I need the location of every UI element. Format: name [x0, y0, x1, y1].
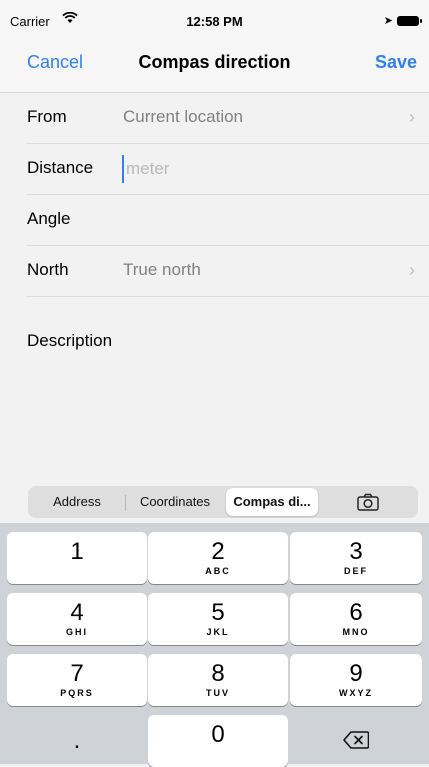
clock: 12:58 PM: [186, 14, 243, 29]
key-letters: MNO: [342, 627, 370, 637]
angle-row[interactable]: Angle: [0, 195, 429, 246]
divider: [27, 296, 429, 297]
key-letters: ABC: [205, 566, 231, 576]
key-letters: WXYZ: [339, 688, 373, 698]
key-letters: DEF: [344, 566, 368, 576]
battery-icon: [397, 16, 422, 26]
key-digit: 4: [70, 599, 84, 626]
distance-row: Distance: [0, 144, 429, 195]
navigation-bar: Cancel Compas direction Save: [0, 40, 429, 93]
segment-coordinates[interactable]: Coordinates: [126, 488, 224, 516]
chevron-right-icon: ›: [409, 260, 415, 280]
location-arrow-icon: ➤: [383, 15, 393, 27]
key-digit: 8: [211, 660, 225, 687]
form: From Current location › Distance Angle N…: [0, 93, 429, 483]
from-label: From: [27, 107, 67, 126]
north-value: True north: [123, 260, 201, 279]
key-digit: 9: [349, 660, 363, 687]
page-title: Compas direction: [138, 52, 291, 72]
key-digit: 1: [70, 538, 84, 565]
key-digit: 2: [211, 538, 225, 565]
key-decimal[interactable]: .: [7, 715, 147, 767]
north-label: North: [27, 260, 69, 279]
key-digit: 6: [349, 599, 363, 626]
key-6[interactable]: 6 MNO: [290, 593, 422, 645]
chevron-right-icon: ›: [409, 107, 415, 127]
backspace-icon: [343, 731, 369, 749]
segment-address[interactable]: Address: [30, 488, 124, 516]
input-mode-segmented-control: Address Coordinates Compas di...: [28, 486, 418, 518]
key-digit: .: [73, 727, 81, 754]
key-letters: GHI: [65, 627, 88, 637]
key-digit: 7: [70, 660, 84, 687]
from-row[interactable]: From Current location ›: [0, 93, 429, 144]
distance-input[interactable]: [122, 155, 388, 183]
key-2[interactable]: 2 ABC: [148, 532, 288, 584]
key-9[interactable]: 9 WXYZ: [290, 654, 422, 706]
status-bar: Carrier 12:58 PM ➤: [0, 0, 429, 40]
key-5[interactable]: 5 JKL: [148, 593, 288, 645]
numeric-keypad: 1 2 ABC 3 DEF 4 GHI 5 JKL 6 MNO 7 PQRS 8 TUV 9W…: [0, 523, 429, 767]
angle-label: Angle: [27, 209, 71, 228]
distance-label: Distance: [27, 158, 94, 177]
key-8[interactable]: 8 TUV: [148, 654, 288, 706]
key-digit: 5: [211, 599, 225, 626]
description-field[interactable]: Description: [27, 331, 112, 351]
key-digit: 3: [349, 538, 363, 565]
key-letters: PQRS: [60, 688, 94, 698]
key-letters: JKL: [206, 627, 230, 637]
key-digit: 0: [211, 721, 225, 748]
segment-compas-direction[interactable]: Compas di...: [226, 488, 318, 516]
key-1[interactable]: 1: [7, 532, 147, 584]
key-0[interactable]: 0: [148, 715, 288, 767]
key-3[interactable]: 3 DEF: [290, 532, 422, 584]
camera-icon: [357, 493, 379, 511]
from-value: Current location: [123, 107, 244, 126]
key-backspace[interactable]: [290, 715, 422, 767]
segment-camera[interactable]: [320, 488, 416, 516]
north-row[interactable]: North True north ›: [0, 246, 429, 297]
save-button[interactable]: Save: [375, 52, 417, 73]
key-7[interactable]: 7 PQRS: [7, 654, 147, 706]
key-4[interactable]: 4 GHI: [7, 593, 147, 645]
key-letters: TUV: [206, 688, 230, 698]
